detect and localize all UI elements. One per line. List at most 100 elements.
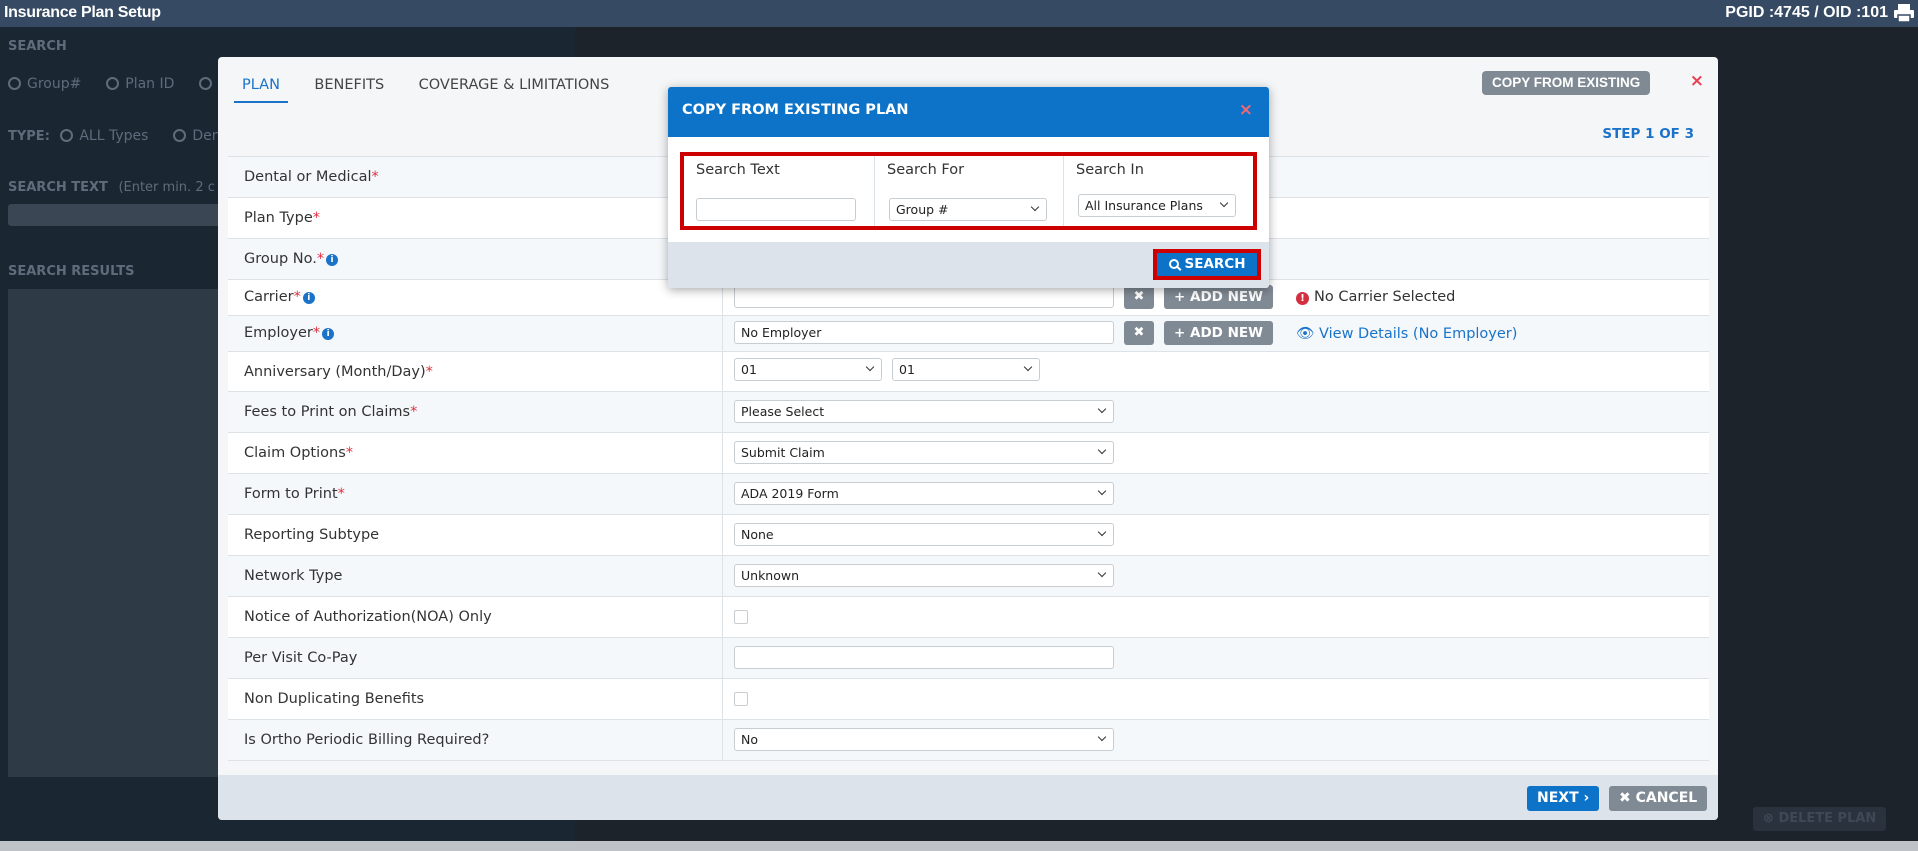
form-to-print-select[interactable]: ADA 2019 Form xyxy=(734,482,1114,505)
form-row-ortho-billing: Is Ortho Periodic Billing Required? No xyxy=(228,720,1709,761)
search-text-label: SEARCH TEXT xyxy=(8,180,108,195)
form-row-form-to-print: Form to Print* ADA 2019 Form xyxy=(228,474,1709,515)
next-button[interactable]: NEXT › xyxy=(1527,786,1600,811)
per-visit-copay-input[interactable] xyxy=(734,646,1114,669)
form-row-claim-options: Claim Options* Submit Claim xyxy=(228,433,1709,474)
chevron-down-icon xyxy=(1097,445,1107,455)
chevron-down-icon xyxy=(1030,202,1040,212)
dialog-header: COPY FROM EXISTING PLAN × xyxy=(668,87,1269,137)
form-row-employer: Employer* i No Employer ✖ + ADD NEW 👁 Vie… xyxy=(228,316,1709,352)
field-label: Notice of Authorization(NOA) Only xyxy=(244,609,492,625)
search-text-hint: (Enter min. 2 c xyxy=(118,180,215,195)
tab-coverage-limitations[interactable]: COVERAGE & LIMITATIONS xyxy=(411,77,618,101)
chevron-down-icon xyxy=(865,362,875,372)
form-row-reporting-subtype: Reporting Subtype None xyxy=(228,515,1709,556)
pgid-oid-label: PGID :4745 / OID :101 xyxy=(1725,4,1888,21)
employer-input[interactable]: No Employer xyxy=(734,321,1114,344)
carrier-input[interactable] xyxy=(734,285,1114,308)
dialog-close-icon[interactable]: × xyxy=(1239,100,1253,120)
eye-icon: 👁 xyxy=(1296,326,1315,342)
type-label: TYPE: xyxy=(8,129,50,144)
search-criteria-box: Search Text Search For Group # Search In… xyxy=(680,152,1257,230)
form-row-fees-to-print: Fees to Print on Claims* Please Select xyxy=(228,392,1709,433)
page-bottom-strip xyxy=(0,841,1918,851)
chevron-down-icon xyxy=(1097,568,1107,578)
search-in-column: Search In All Insurance Plans xyxy=(1063,156,1253,226)
chevron-down-icon xyxy=(1219,198,1229,208)
radio-dental[interactable] xyxy=(173,129,187,142)
field-label: Carrier* i xyxy=(244,289,315,305)
search-button-highlight: SEARCH xyxy=(1153,249,1261,280)
add-new-employer-button[interactable]: + ADD NEW xyxy=(1164,321,1273,345)
claim-options-select[interactable]: Submit Claim xyxy=(734,441,1114,464)
noa-only-checkbox[interactable] xyxy=(734,610,748,624)
search-for-column: Search For Group # xyxy=(874,156,1063,226)
radio-plan-id[interactable] xyxy=(106,77,120,90)
form-row-noa-only: Notice of Authorization(NOA) Only xyxy=(228,597,1709,638)
field-label: Dental or Medical* xyxy=(244,169,379,185)
error-icon: ! xyxy=(1296,292,1309,305)
tab-plan[interactable]: PLAN xyxy=(234,77,288,103)
radio-dental-label: Den xyxy=(192,128,221,144)
radio-other[interactable] xyxy=(199,77,213,90)
dialog-title: COPY FROM EXISTING PLAN xyxy=(682,102,909,118)
chevron-down-icon xyxy=(1097,527,1107,537)
clear-employer-button[interactable]: ✖ xyxy=(1124,321,1154,345)
printer-icon[interactable] xyxy=(1892,3,1916,23)
search-heading: SEARCH xyxy=(8,39,67,54)
ortho-billing-select[interactable]: No xyxy=(734,728,1114,751)
info-icon[interactable]: i xyxy=(302,292,315,304)
field-label: Network Type xyxy=(244,568,343,584)
chevron-down-icon xyxy=(1097,404,1107,414)
non-duplicating-checkbox[interactable] xyxy=(734,692,748,706)
field-label: Form to Print* xyxy=(244,486,345,502)
info-icon[interactable]: i xyxy=(322,328,335,340)
clear-carrier-button[interactable]: ✖ xyxy=(1124,285,1154,309)
network-type-select[interactable]: Unknown xyxy=(734,564,1114,587)
field-label: Claim Options* xyxy=(244,445,353,461)
search-for-select[interactable]: Group # xyxy=(889,198,1047,221)
copy-from-existing-dialog: COPY FROM EXISTING PLAN × Search Text Se… xyxy=(668,87,1269,288)
form-row-per-visit-copay: Per Visit Co-Pay xyxy=(228,638,1709,679)
radio-group-number[interactable] xyxy=(8,77,21,90)
dialog-search-button[interactable]: SEARCH xyxy=(1157,253,1257,276)
anniversary-month-select[interactable]: 01 xyxy=(734,358,882,381)
plus-icon: + xyxy=(1174,325,1186,341)
field-label: Per Visit Co-Pay xyxy=(244,650,358,666)
field-label: Fees to Print on Claims* xyxy=(244,404,418,420)
field-label: Non Duplicating Benefits xyxy=(244,691,425,707)
search-text-heading: SEARCH TEXT (Enter min. 2 c xyxy=(8,180,215,195)
info-icon[interactable]: i xyxy=(326,254,339,266)
field-label: Anniversary (Month/Day)* xyxy=(244,364,433,380)
modal-footer: NEXT › ✖ CANCEL xyxy=(218,775,1718,820)
radio-group-number-label: Group# xyxy=(27,76,82,92)
form-row-network-type: Network Type Unknown xyxy=(228,556,1709,597)
radio-plan-id-label: Plan ID xyxy=(125,76,175,92)
fees-to-print-select[interactable]: Please Select xyxy=(734,400,1114,423)
search-by-radios: Group# Plan ID C xyxy=(8,76,228,92)
cancel-button[interactable]: ✖ CANCEL xyxy=(1609,786,1708,811)
view-employer-details-link[interactable]: 👁 View Details (No Employer) xyxy=(1296,325,1517,342)
delete-plan-button[interactable]: ⊗ DELETE PLAN xyxy=(1753,807,1887,831)
radio-all-types-label: ALL Types xyxy=(79,128,149,144)
add-new-carrier-button[interactable]: + ADD NEW xyxy=(1164,285,1273,309)
dialog-body: Search Text Search For Group # Search In… xyxy=(668,137,1269,242)
close-icon: ✖ xyxy=(1619,790,1631,806)
app-topbar: Insurance Plan Setup PGID :4745 / OID :1… xyxy=(0,0,1918,27)
search-in-select[interactable]: All Insurance Plans xyxy=(1078,194,1236,217)
search-in-label: Search In xyxy=(1076,162,1144,178)
chevron-down-icon xyxy=(1097,486,1107,496)
close-icon[interactable]: × xyxy=(1690,71,1704,91)
search-text-label: Search Text xyxy=(696,162,780,178)
plus-icon: + xyxy=(1174,289,1186,305)
dialog-search-text-input[interactable] xyxy=(696,198,856,221)
type-radios: TYPE: ALL Types Den xyxy=(8,128,221,144)
reporting-subtype-select[interactable]: None xyxy=(734,523,1114,546)
form-row-non-duplicating: Non Duplicating Benefits xyxy=(228,679,1709,720)
tab-benefits[interactable]: BENEFITS xyxy=(306,77,392,101)
anniversary-day-select[interactable]: 01 xyxy=(892,358,1040,381)
delete-icon: ⊗ xyxy=(1763,811,1774,826)
radio-all-types[interactable] xyxy=(60,129,74,142)
search-for-label: Search For xyxy=(887,162,965,178)
copy-from-existing-button[interactable]: COPY FROM EXISTING xyxy=(1482,71,1651,95)
